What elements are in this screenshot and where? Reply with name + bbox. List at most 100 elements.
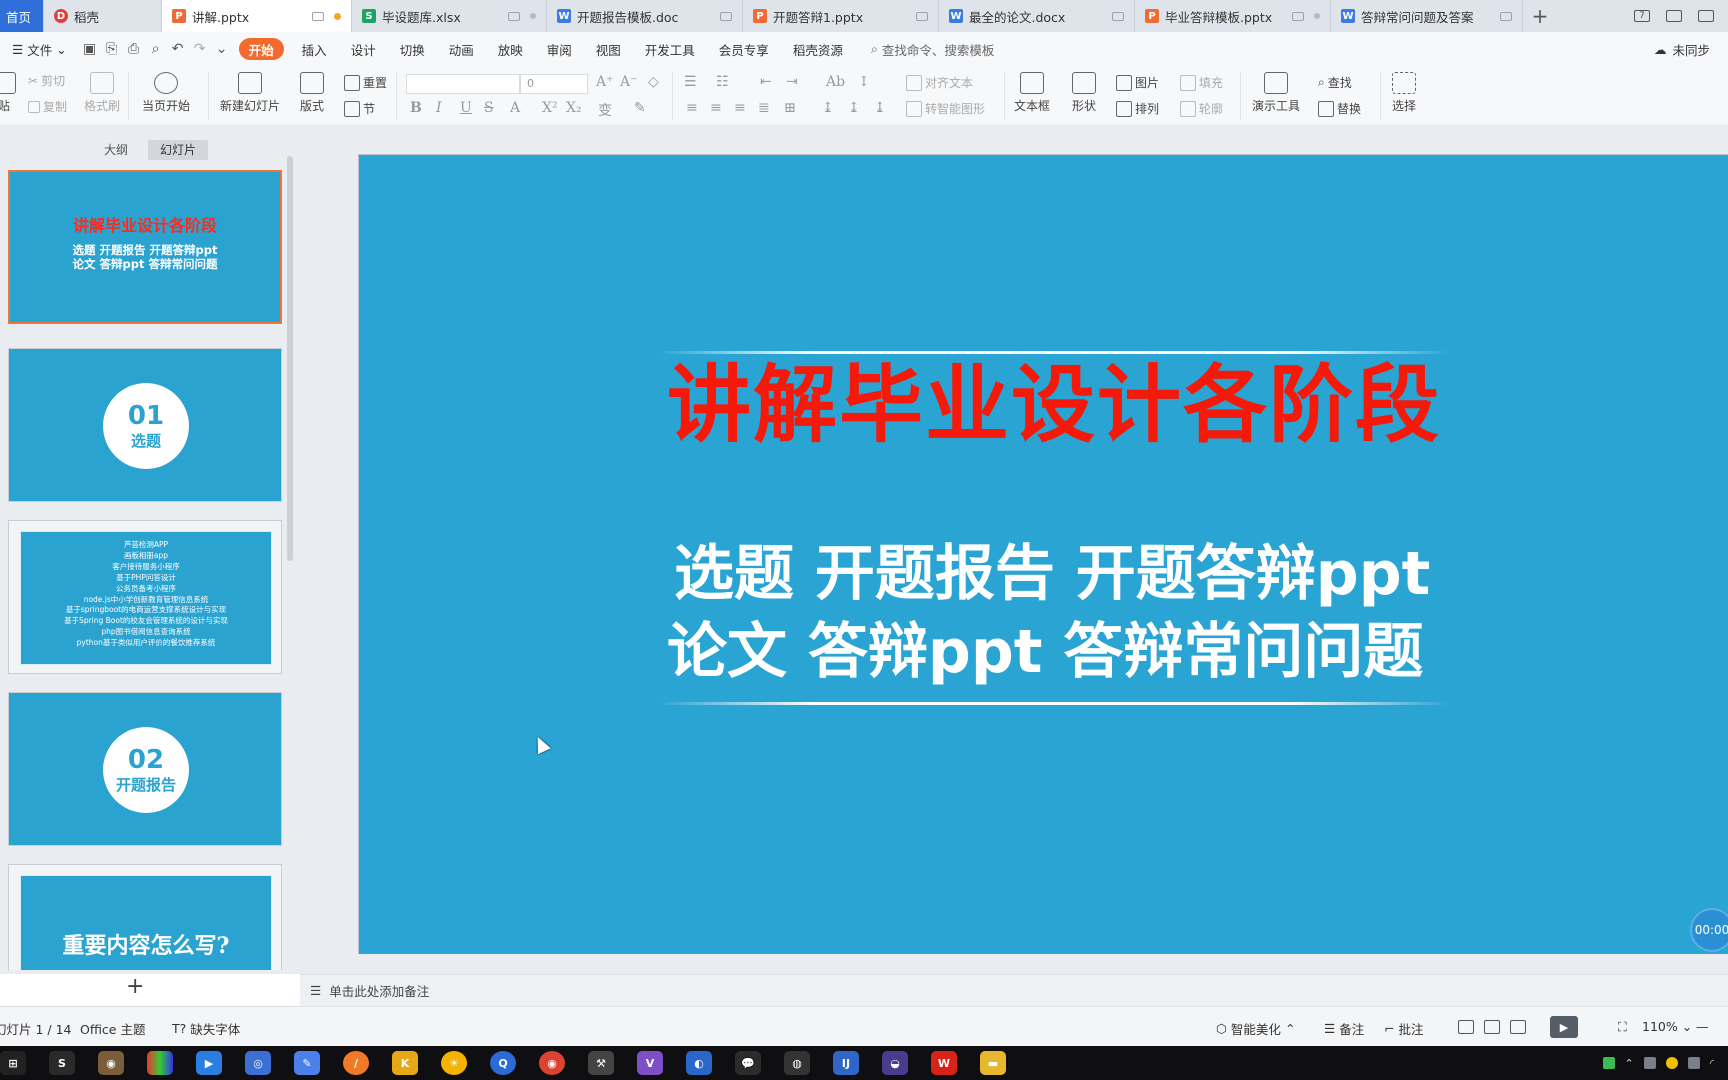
wps-icon[interactable]: W [931, 1051, 957, 1075]
notes-toggle-button[interactable]: ☰ 备注 [1324, 1019, 1364, 1038]
app-rainbow-icon[interactable]: ◍ [784, 1051, 810, 1075]
menu-tab-home[interactable]: 开始 [238, 38, 284, 60]
tray-network-icon[interactable] [1687, 1057, 1700, 1069]
app-logo-icon[interactable]: S [49, 1051, 75, 1075]
justify-icon[interactable]: ≣ [758, 100, 770, 116]
slide-title[interactable]: 讲解毕业设计各阶段 [659, 355, 1449, 455]
file-menu[interactable]: ☰ 文件 ⌄ [0, 38, 79, 60]
tab-docer[interactable]: D 稻壳 [44, 0, 162, 32]
paragraph-spacing-icon[interactable]: ↨ [822, 100, 834, 116]
tray-expand-icon[interactable]: ⌃ [1625, 1057, 1634, 1070]
print-icon[interactable]: ⎙ [123, 38, 145, 60]
eclipse-icon[interactable]: ◒ [882, 1051, 908, 1075]
window-restore-icon[interactable] [1698, 10, 1714, 22]
menu-tab-slideshow[interactable]: 放映 [486, 38, 535, 60]
close-icon[interactable] [1314, 13, 1320, 19]
font-color-icon[interactable]: A [510, 100, 520, 116]
slide-subtitle-line1[interactable]: 选题 开题报告 开题答辩ppt [674, 536, 1574, 612]
spacing-after-icon[interactable]: ↨ [874, 100, 886, 116]
zoom-level[interactable]: 110% ⌄ [1642, 1019, 1692, 1034]
video-player-icon[interactable]: ▶ [196, 1051, 222, 1075]
fit-window-button[interactable]: ⛶ [1618, 1019, 1627, 1035]
add-slide-button[interactable]: + [126, 974, 144, 999]
menu-tab-insert[interactable]: 插入 [290, 38, 339, 60]
underline-icon[interactable]: U [460, 100, 472, 116]
convert-smartart-button[interactable]: 转智能图形 [906, 100, 985, 117]
reading-view-button[interactable] [1510, 1020, 1526, 1034]
paste-button[interactable]: 贴 [0, 72, 16, 114]
wifi-icon[interactable]: ◜ [1710, 1057, 1714, 1070]
app-edit-icon[interactable]: ✎ [294, 1051, 320, 1075]
window-icon[interactable] [508, 11, 520, 21]
phonetic-icon[interactable]: 变 [598, 100, 612, 120]
find-button[interactable]: ⌕ 查找 [1318, 74, 1352, 91]
tab-pptx-defense1[interactable]: P 开题答辩1.pptx [743, 0, 939, 32]
normal-view-button[interactable] [1458, 1020, 1474, 1034]
section-button[interactable]: 节 [344, 100, 375, 117]
app-blue-round-icon[interactable]: ◐ [686, 1051, 712, 1075]
strikethrough-icon[interactable]: S [484, 100, 494, 116]
app-q-icon[interactable]: Q [490, 1051, 516, 1075]
window-icon[interactable] [1500, 11, 1512, 21]
align-left-icon[interactable]: ≡ [686, 100, 698, 116]
chrome-icon[interactable]: ◉ [539, 1051, 565, 1075]
layout-button[interactable]: 版式 [300, 72, 324, 114]
tray-app-icon[interactable] [1643, 1057, 1656, 1069]
outline-button[interactable]: 轮廓 [1180, 100, 1223, 117]
sorter-view-button[interactable] [1484, 1020, 1500, 1034]
intellij-icon[interactable]: IJ [833, 1051, 859, 1075]
slide-thumbnail-3[interactable]: 芦荟检测APP 画板相册app 客户接待服务小程序 基于PHP问答设计 公务员备… [8, 520, 282, 674]
tab-outline[interactable]: 大纲 [92, 140, 140, 160]
slideshow-button[interactable]: ▶ [1550, 1016, 1578, 1038]
slide-thumbnail-1[interactable]: 讲解毕业设计各阶段 选题 开题报告 开题答辩ppt 论文 答辩ppt 答辩常问问… [8, 170, 282, 324]
slide-canvas[interactable]: 讲解毕业设计各阶段 选题 开题报告 开题答辩ppt 论文 答辩ppt 答辩常问问… [358, 154, 1728, 954]
menu-tab-view[interactable]: 视图 [584, 38, 633, 60]
italic-icon[interactable]: I [436, 100, 442, 116]
slide-thumbnail-4[interactable]: 02 开题报告 [8, 692, 282, 846]
textbox-button[interactable]: 文本框 [1014, 72, 1050, 114]
smart-beautify-button[interactable]: ⬡ 智能美化 ⌃ [1216, 1019, 1295, 1038]
start-menu-icon[interactable]: ⊞ [0, 1051, 26, 1075]
align-center-icon[interactable]: ≡ [710, 100, 722, 116]
select-button[interactable]: 选择 [1392, 72, 1416, 114]
window-icon[interactable] [1112, 11, 1124, 21]
menu-tab-design[interactable]: 设计 [339, 38, 388, 60]
present-tools-button[interactable]: 演示工具 [1252, 72, 1300, 114]
highlight-icon[interactable]: ✎ [634, 100, 646, 116]
reset-button[interactable]: 重置 [344, 74, 387, 91]
window-icon[interactable] [1292, 11, 1304, 21]
superscript-icon[interactable]: X² [542, 100, 558, 116]
align-text-button[interactable]: 对齐文本 [906, 74, 973, 91]
visual-studio-icon[interactable]: V [637, 1051, 663, 1075]
comments-button[interactable]: ⌐ 批注 [1384, 1019, 1424, 1038]
bold-icon[interactable]: B [410, 100, 422, 116]
notes-pane[interactable]: ☰ 单击此处添加备注 [300, 974, 1728, 1006]
decrease-indent-icon[interactable]: ⇤ [760, 74, 772, 90]
replace-button[interactable]: 替换 [1318, 100, 1361, 117]
app-cat-icon[interactable]: ◉ [98, 1051, 124, 1075]
tab-pptx-template[interactable]: P 毕业答辩模板.pptx [1135, 0, 1331, 32]
save-icon[interactable]: ▣ [79, 38, 101, 60]
tab-home[interactable]: 首页 [0, 0, 44, 32]
tab-active-pptx[interactable]: P 讲解.pptx [162, 0, 352, 32]
spacing-before-icon[interactable]: ↨ [848, 100, 860, 116]
tray-status-icon[interactable] [1665, 1057, 1678, 1069]
workspace-icon[interactable]: 7 [1634, 10, 1650, 22]
picture-button[interactable]: 图片 [1116, 74, 1159, 91]
bullet-list-icon[interactable]: ☰ [684, 74, 697, 90]
slide-subtitle-line2[interactable]: 论文 答辩ppt 答辩常问问题 [667, 614, 1567, 690]
clear-format-icon[interactable]: ◇ [648, 74, 659, 90]
undo-icon[interactable]: ↶ [167, 38, 189, 60]
tab-doc-qa[interactable]: W 答辩常问问题及答案 [1331, 0, 1523, 32]
decrease-font-icon[interactable]: A⁻ [620, 74, 638, 90]
app-k-icon[interactable]: K [392, 1051, 418, 1075]
grid-icon[interactable] [1666, 10, 1682, 22]
app-color-icon[interactable] [147, 1051, 173, 1075]
file-explorer-icon[interactable]: ▬ [980, 1051, 1006, 1075]
menu-tab-animation[interactable]: 动画 [437, 38, 486, 60]
redo-icon[interactable]: ↷ [189, 38, 211, 60]
app-orange-icon[interactable]: / [343, 1051, 369, 1075]
slide-thumbnail-2[interactable]: 01 选题 [8, 348, 282, 502]
customize-quick-access-icon[interactable]: ⌄ [211, 38, 233, 60]
tab-docx-thesis[interactable]: W 最全的论文.docx [939, 0, 1135, 32]
